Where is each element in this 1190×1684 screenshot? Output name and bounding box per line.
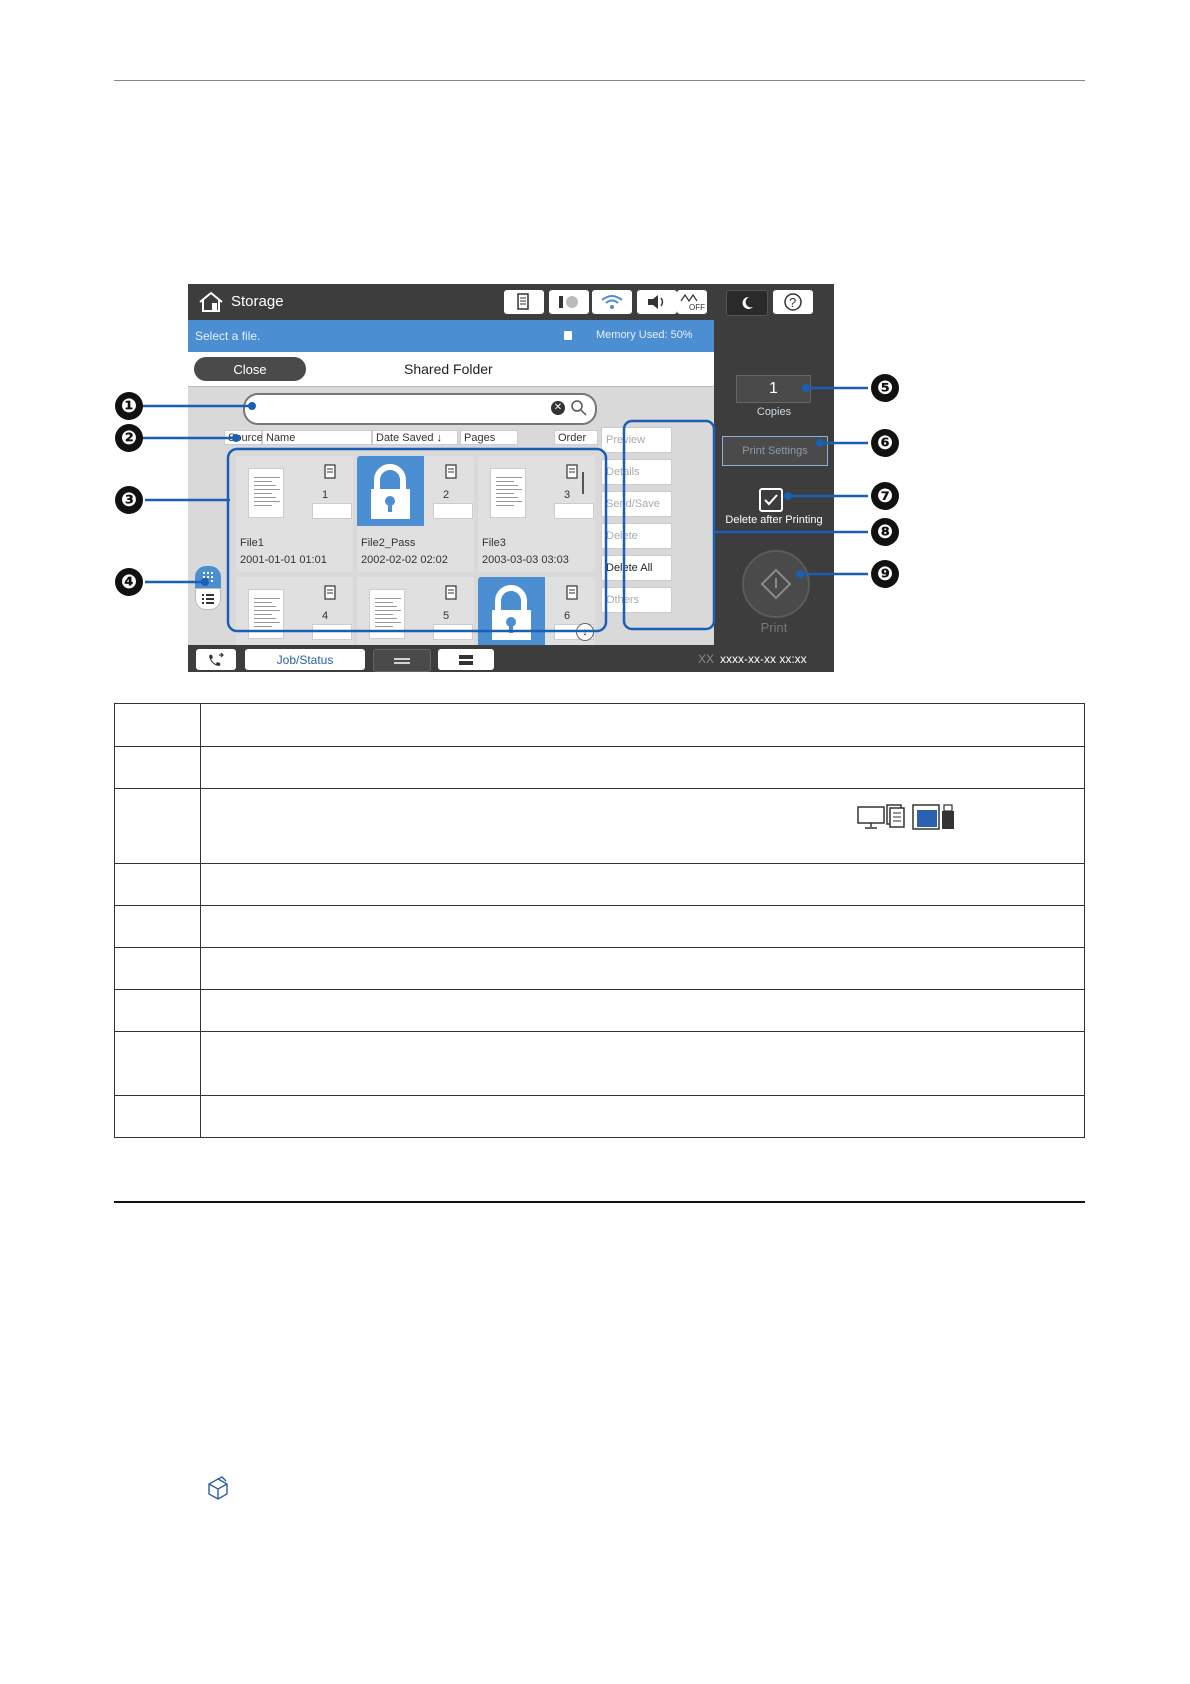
callout-1: ❶ [115,392,143,420]
table-row [114,863,1085,906]
callout-8: ❽ [871,518,899,546]
section-rule [114,1201,1085,1203]
table-cell-number [114,1031,201,1096]
memory-card-icon [912,804,940,830]
package-icon [208,1476,228,1500]
source-icons-group [857,804,957,830]
callout-6: ❻ [871,429,899,457]
table-row [114,947,1085,990]
table-cell-number [114,703,201,747]
table-row [114,746,1085,789]
table-cell-description [200,863,1085,906]
table-cell-description [200,905,1085,948]
description-table [114,703,1085,1138]
callout-3: ❸ [115,486,143,514]
table-cell-number [114,746,201,789]
callout-2: ❷ [115,424,143,452]
table-row [114,1031,1085,1096]
usb-memory-icon [942,804,954,829]
callout-5: ❺ [871,374,899,402]
callout-lines [142,384,868,633]
table-cell-description [200,989,1085,1032]
table-cell-number [114,788,201,864]
table-row [114,905,1085,948]
document-icon [886,804,905,828]
callout-7: ❼ [871,482,899,510]
table-row [114,1095,1085,1138]
table-cell-number [114,1095,201,1138]
table-row [114,703,1085,747]
table-cell-description [200,947,1085,990]
table-cell-number [114,989,201,1032]
table-row [114,989,1085,1032]
table-cell-number [114,947,201,990]
table-cell-description [200,703,1085,747]
computer-icon [857,806,885,829]
table-cell-description [200,746,1085,789]
callout-9: ❾ [871,560,899,588]
table-cell-description [200,1095,1085,1138]
table-cell-number [114,863,201,906]
table-cell-number [114,905,201,948]
table-cell-description [200,1031,1085,1096]
callout-4: ❹ [115,568,143,596]
